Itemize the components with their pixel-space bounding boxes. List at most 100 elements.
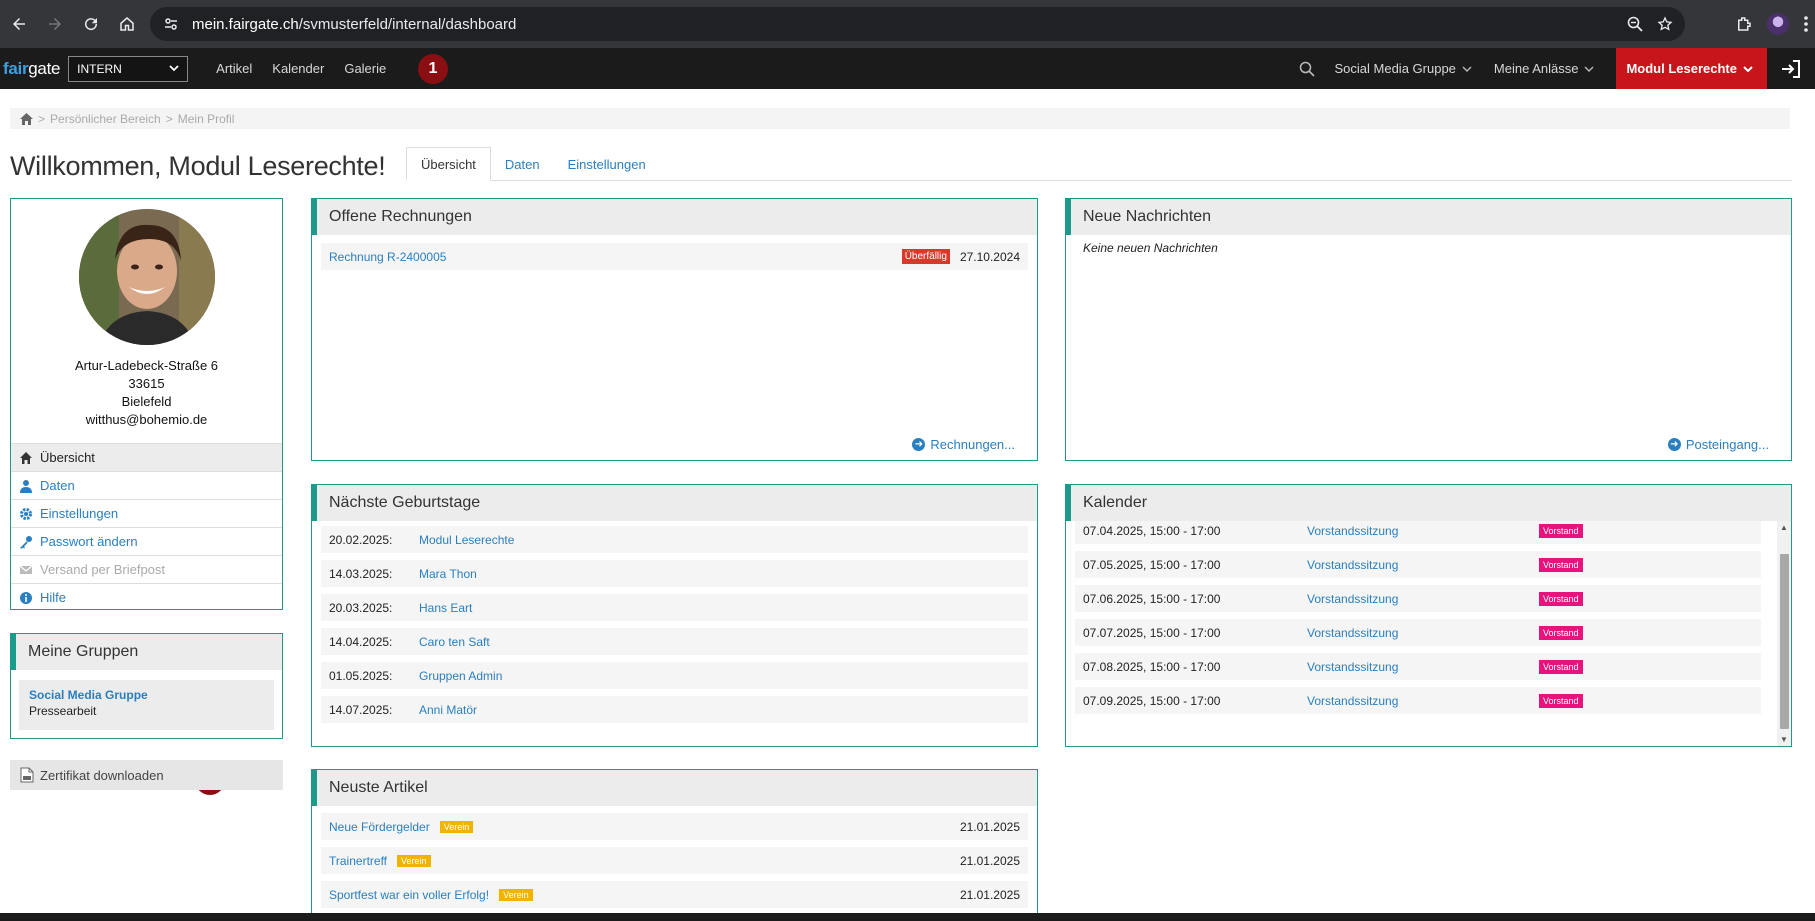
invoices-more-link[interactable]: ➜ Rechnungen...	[912, 437, 1015, 452]
envelope-icon	[19, 565, 33, 574]
browser-profile-avatar[interactable]	[1767, 13, 1789, 35]
home-icon[interactable]	[110, 7, 144, 41]
birthday-name-link[interactable]: Modul Leserechte	[419, 533, 514, 547]
gear-icon	[20, 507, 32, 520]
profile-card: Artur-Ladebeck-Straße 6 33615 Bielefeld …	[10, 198, 283, 610]
logout-button[interactable]	[1767, 48, 1815, 89]
scrollbar-thumb[interactable]	[1780, 554, 1789, 729]
event-link[interactable]: Vorstandssitzung	[1307, 694, 1539, 708]
birthday-name-link[interactable]: Gruppen Admin	[419, 669, 502, 683]
event-link[interactable]: Vorstandssitzung	[1307, 524, 1539, 538]
birthday-name-link[interactable]: Anni Matör	[419, 703, 477, 717]
group-card[interactable]: Social Media Gruppe Pressearbeit	[19, 680, 274, 730]
birthday-name-link[interactable]: Hans Eart	[419, 601, 472, 615]
no-messages-text: Keine neuen Nachrichten	[1083, 241, 1218, 255]
fairgate-logo[interactable]: fairgate	[3, 59, 60, 79]
event-link[interactable]: Vorstandssitzung	[1307, 660, 1539, 674]
event-link[interactable]: Vorstandssitzung	[1307, 592, 1539, 606]
calendar-list[interactable]: 07.04.2025, 15:00 - 17:00 Vorstandssitzun…	[1066, 521, 1791, 746]
profile-menu-daten[interactable]: Daten	[11, 471, 282, 499]
user-menu-label: Modul Leserechte	[1626, 61, 1737, 76]
profile-menu-uebersicht[interactable]: Übersicht	[11, 443, 282, 471]
search-icon[interactable]	[1297, 61, 1317, 77]
event-link[interactable]: Vorstandssitzung	[1307, 558, 1539, 572]
event-category-badge: Vorstand	[1539, 693, 1583, 708]
pdf-file-icon	[20, 767, 34, 783]
profile-menu-einstellungen[interactable]: Einstellungen	[11, 499, 282, 527]
extensions-icon[interactable]	[1735, 15, 1753, 33]
address-zip: 33615	[128, 376, 165, 391]
chevron-down-icon	[1584, 66, 1594, 72]
open-invoices-title: Offene Rechnungen	[312, 199, 1037, 235]
article-date: 21.01.2025	[959, 887, 1020, 902]
forward-icon[interactable]	[38, 7, 72, 41]
event-category-badge: Vorstand	[1539, 591, 1583, 606]
profile-photo	[79, 209, 215, 345]
latest-articles-title: Neuste Artikel	[312, 770, 1037, 806]
breadcrumb-item[interactable]: Persönlicher Bereich	[50, 112, 161, 126]
profile-menu: Übersicht Daten Einstellungen Passwort ä…	[11, 443, 282, 611]
birthdays-box: Nächste Geburtstage 20.02.2025: Modul Les…	[311, 484, 1038, 747]
nav-galerie[interactable]: Galerie	[344, 61, 386, 76]
window-bottom-edge	[0, 913, 1815, 921]
logout-icon	[1782, 59, 1800, 78]
tab-uebersicht[interactable]: Übersicht	[406, 147, 491, 181]
birthday-name-link[interactable]: Mara Thon	[419, 567, 477, 581]
home-icon[interactable]	[20, 112, 33, 125]
birthdays-title: Nächste Geburtstage	[312, 485, 1037, 521]
events-menu[interactable]: Meine Anlässe	[1494, 61, 1595, 76]
my-groups-title: Meine Gruppen	[11, 634, 282, 670]
profile-address: Artur-Ladebeck-Straße 6 33615 Bielefeld …	[11, 357, 282, 429]
tab-daten[interactable]: Daten	[491, 147, 554, 181]
user-icon	[20, 479, 32, 493]
zoom-icon[interactable]	[1627, 16, 1643, 32]
chevron-down-icon	[169, 65, 179, 72]
scroll-up-icon[interactable]: ▲	[1780, 523, 1788, 532]
profile-menu-briefpost: Versand per Briefpost	[11, 555, 282, 583]
certificate-download-button[interactable]: Zertifikat downloaden	[10, 760, 283, 790]
calendar-row: 07.07.2025, 15:00 - 17:00 Vorstandssitzun…	[1075, 619, 1761, 646]
nav-artikel[interactable]: Artikel	[216, 61, 252, 76]
article-link[interactable]: Sportfest war ein voller Erfolg!	[329, 888, 489, 902]
bookmark-star-icon[interactable]	[1657, 16, 1673, 32]
event-time: 07.07.2025, 15:00 - 17:00	[1083, 625, 1221, 640]
article-category-badge: Verein	[439, 820, 474, 833]
birthday-row: 20.03.2025: Hans Eart	[321, 594, 1028, 621]
event-time: 07.05.2025, 15:00 - 17:00	[1083, 557, 1221, 572]
tab-einstellungen[interactable]: Einstellungen	[554, 147, 660, 181]
event-link[interactable]: Vorstandssitzung	[1307, 626, 1539, 640]
invoice-link[interactable]: Rechnung R-2400005	[329, 250, 446, 264]
address-bar[interactable]: mein.fairgate.ch/svmusterfeld/internal/d…	[150, 7, 1685, 41]
site-settings-icon[interactable]	[156, 9, 186, 39]
birthday-date: 01.05.2025:	[329, 668, 393, 683]
info-icon	[20, 591, 32, 604]
article-row: Neue Fördergelder Verein 21.01.2025	[321, 813, 1028, 840]
article-row: Trainertreff Verein 21.01.2025	[321, 847, 1028, 874]
latest-articles-box: Neuste Artikel Neue Fördergelder Verein …	[311, 769, 1038, 921]
birthday-name-link[interactable]: Caro ten Saft	[419, 635, 490, 649]
article-category-badge: Verein	[397, 854, 431, 867]
article-link[interactable]: Neue Fördergelder	[329, 820, 430, 834]
group-name[interactable]: Social Media Gruppe	[29, 688, 264, 702]
profile-tabs: Übersicht Daten Einstellungen	[406, 147, 1792, 181]
back-icon[interactable]	[2, 7, 36, 41]
calendar-scrollbar[interactable]: ▲ ▼	[1777, 521, 1791, 746]
profile-menu-hilfe[interactable]: Hilfe	[11, 583, 282, 611]
article-link[interactable]: Trainertreff	[329, 854, 387, 868]
scroll-down-icon[interactable]: ▼	[1780, 735, 1788, 744]
group-menu[interactable]: Social Media Gruppe	[1335, 61, 1472, 76]
browser-menu-icon[interactable]	[1803, 15, 1809, 33]
article-date: 21.01.2025	[959, 819, 1020, 834]
nav-kalender[interactable]: Kalender	[272, 61, 324, 76]
reload-icon[interactable]	[74, 7, 108, 41]
event-category-badge: Vorstand	[1539, 557, 1583, 572]
group-menu-label: Social Media Gruppe	[1334, 61, 1456, 76]
address-city: Bielefeld	[121, 394, 172, 409]
user-menu[interactable]: Modul Leserechte	[1616, 48, 1767, 89]
birthday-row: 14.04.2025: Caro ten Saft	[321, 628, 1028, 655]
calendar-row: 07.08.2025, 15:00 - 17:00 Vorstandssitzun…	[1075, 653, 1761, 680]
area-select[interactable]: INTERN	[68, 55, 189, 82]
event-category-badge: Vorstand	[1539, 625, 1583, 640]
profile-menu-passwort[interactable]: Passwort ändern	[11, 527, 282, 555]
inbox-more-link[interactable]: ➜ Posteingang...	[1667, 437, 1769, 452]
